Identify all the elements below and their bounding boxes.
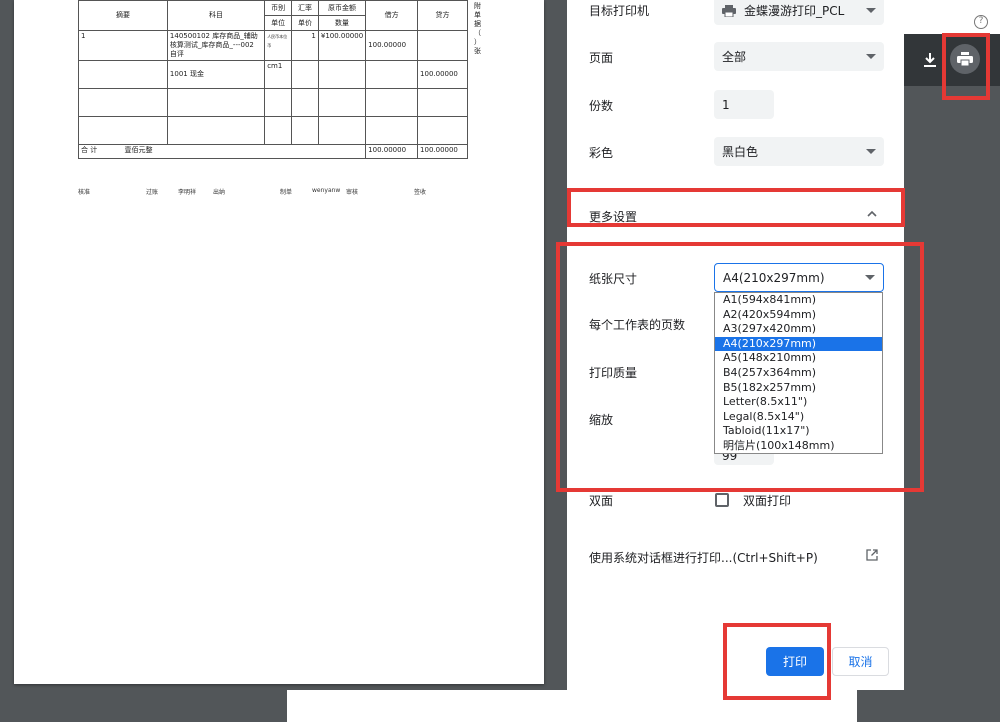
header-qty: 数量 [317,15,367,31]
header-unit: 单位 [264,15,293,31]
download-icon[interactable] [924,53,936,67]
color-label: 彩色 [589,146,614,160]
header-orig-amount: 原币金额 [317,0,367,16]
sign-approve: 核准 [78,189,91,196]
destination-label: 目标打印机 [589,4,650,18]
chevron-down-icon [866,8,876,13]
highlight-print-icon [942,33,990,100]
row-summary [78,60,168,89]
voucher-table: 摘要 科目 币别 汇率 原币金额 借方 贷方 单位 单价 数量 1 140500… [77,0,468,159]
row-unit: 人民币本位币 [264,30,293,61]
voucher-row-empty [78,88,468,117]
chevron-down-icon [866,54,876,59]
header-subject: 科目 [166,0,266,31]
duplex-label: 双面 [589,494,614,508]
system-dialog-link[interactable]: 使用系统对话框进行打印...(Ctrl+Shift+P) [589,549,818,566]
chevron-down-icon [866,149,876,154]
header-price: 单价 [291,15,319,31]
duplex-option: 双面打印 [743,494,792,508]
attachment-note: 附单据（ ）张 [474,2,481,55]
row-rate: 1 [291,30,319,61]
destination-value: 金蝶漫游打印_PCL [744,4,845,18]
destination-select[interactable]: 金蝶漫游打印_PCL [714,0,884,25]
row-credit [417,30,468,61]
pages-select[interactable]: 全部 [714,42,884,71]
header-debit: 借方 [365,0,419,31]
voucher-row-empty [78,116,468,145]
row-subject: 140500102 库存商品_辅助核算测试_库存商品_---002 自评 [166,30,266,61]
help-icon[interactable]: ? [974,15,988,29]
sign-post: 过账 [146,189,159,196]
row-credit: 100.00000 [417,60,468,89]
header-currency: 币别 [264,0,293,16]
sign-maker-name: wenyanw [312,187,341,194]
row-debit: 100.00000 [365,30,419,61]
row-debit [365,60,419,89]
highlight-print-button [723,623,831,700]
voucher-header-row: 摘要 科目 币别 汇率 原币金额 借方 贷方 [78,0,468,31]
pages-value: 全部 [722,50,747,64]
header-summary: 摘要 [78,0,168,31]
row-unit: cm1 [264,60,293,89]
pages-label: 页面 [589,51,614,65]
sign-sign: 签收 [414,189,427,196]
total-text: 壹佰元整 [124,146,153,154]
copies-label: 份数 [589,99,614,113]
color-select[interactable]: 黑白色 [714,137,884,166]
total-credit: 100.00000 [417,144,468,159]
voucher-row: 1001 现金 cm1 100.00000 [78,60,468,89]
cancel-button[interactable]: 取消 [832,647,889,676]
voucher-row: 1 140500102 库存商品_辅助核算测试_库存商品_---002 自评 人… [78,30,468,61]
duplex-checkbox[interactable] [715,493,729,507]
open-external-icon[interactable] [866,549,878,561]
sign-cashier: 出纳 [213,189,226,196]
row-rate [291,60,319,89]
row-orig: ¥100.00000 [317,30,367,61]
header-credit: 贷方 [417,0,468,31]
sign-post-name: 李明祥 [178,189,197,196]
copies-input[interactable]: 1 [714,90,774,119]
printer-icon [722,4,736,17]
sign-review: 审核 [346,189,359,196]
row-subject: 1001 现金 [166,60,266,89]
total-label: 合 计 [81,146,98,154]
row-summary: 1 [78,30,168,61]
highlight-more-settings [567,188,905,227]
voucher-total-row: 合 计 壹佰元整 100.00000 100.00000 [77,144,468,159]
highlight-paper-size [556,242,924,492]
header-rate: 汇率 [291,0,319,16]
sign-maker: 制单 [280,189,293,196]
color-value: 黑白色 [722,145,759,159]
row-orig [317,60,367,89]
total-debit: 100.00000 [365,144,419,159]
